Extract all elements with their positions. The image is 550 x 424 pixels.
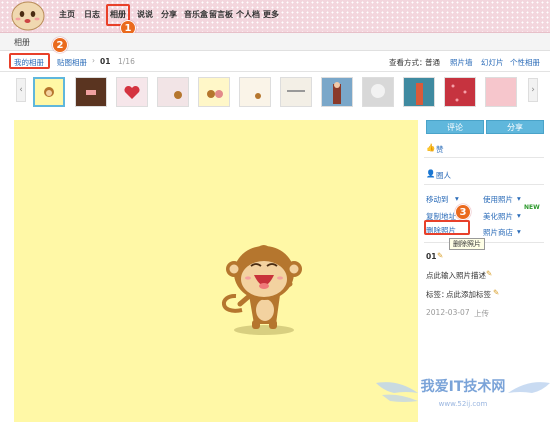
- photo-shop-link[interactable]: 照片商店: [483, 227, 513, 238]
- photo-name: 01: [426, 252, 437, 261]
- callout-3: 3: [455, 204, 471, 220]
- album-bar: 我的相册 贴图相册 › 01 1/16 查看方式： 普通 照片墙 幻灯片 个性相…: [0, 53, 550, 71]
- thumbnail[interactable]: [485, 77, 517, 107]
- thumbnail[interactable]: [75, 77, 107, 107]
- move-to-link[interactable]: 移动到: [426, 194, 449, 205]
- album-count: 1/16: [118, 57, 135, 66]
- tag-people-link[interactable]: 圈人: [436, 170, 451, 181]
- nav-profile[interactable]: 个人档: [236, 9, 260, 20]
- thumbnail[interactable]: [116, 77, 148, 107]
- monkey-image: [222, 245, 302, 335]
- add-description-link[interactable]: 点此输入照片描述: [426, 270, 486, 281]
- use-photo-link[interactable]: 使用照片: [483, 194, 513, 205]
- nav-blog[interactable]: 日志: [84, 9, 100, 20]
- main-photo[interactable]: [14, 120, 418, 422]
- view-slideshow[interactable]: 幻灯片: [481, 57, 504, 68]
- upload-date: 2012-03-07: [426, 308, 470, 317]
- album-index: 01: [100, 57, 111, 66]
- tab-stuck-album[interactable]: 贴图相册: [57, 57, 87, 68]
- thumbnail[interactable]: [198, 77, 230, 107]
- view-mode-label: 查看方式：: [389, 58, 427, 67]
- top-nav: 主页 日志 相册 说说 分享 音乐盒 留言板 个人档 更多: [0, 0, 550, 33]
- breadcrumb: 相册: [0, 33, 550, 51]
- chevron-down-icon[interactable]: ▾: [517, 211, 521, 220]
- delete-tooltip: 删除照片: [449, 238, 485, 250]
- view-normal[interactable]: 普通: [425, 57, 440, 68]
- nav-more[interactable]: 更多: [263, 9, 279, 20]
- pencil-icon[interactable]: ✎: [493, 288, 499, 297]
- breadcrumb-label: 相册: [14, 38, 30, 47]
- nav-guestbook[interactable]: 留言板: [209, 9, 233, 20]
- user-icon: 👤: [426, 169, 436, 178]
- chevron-down-icon[interactable]: ▾: [517, 227, 521, 236]
- strip-next-button[interactable]: ›: [528, 78, 538, 102]
- add-tags-link[interactable]: 点此添加标签: [446, 289, 491, 300]
- thumbnail[interactable]: [444, 77, 476, 107]
- nav-shuoshuo[interactable]: 说说: [137, 9, 153, 20]
- crumb-separator: ›: [92, 56, 95, 65]
- thumbnail[interactable]: [239, 77, 271, 107]
- thumbnail-active[interactable]: [33, 77, 65, 107]
- view-wall[interactable]: 照片墙: [450, 57, 473, 68]
- divider: [424, 184, 544, 185]
- thumbnail[interactable]: [280, 77, 312, 107]
- view-custom[interactable]: 个性相册: [510, 57, 540, 68]
- upload-label: 上传: [474, 309, 489, 318]
- my-album-highlight-box: [9, 53, 50, 69]
- comment-button[interactable]: 评论: [426, 120, 484, 134]
- thumbnail[interactable]: [362, 77, 394, 107]
- new-badge: NEW: [524, 204, 540, 211]
- thumbnail[interactable]: [403, 77, 435, 107]
- like-icon[interactable]: 👍: [426, 143, 435, 152]
- thumbnail[interactable]: [157, 77, 189, 107]
- divider: [424, 157, 544, 158]
- strip-prev-button[interactable]: ‹: [16, 78, 26, 102]
- beautify-link[interactable]: 美化照片: [483, 211, 513, 222]
- thumbnail-strip: ‹ ›: [0, 72, 550, 112]
- nav-music[interactable]: 音乐盒: [184, 9, 208, 20]
- pencil-icon[interactable]: ✎: [486, 269, 492, 278]
- chevron-down-icon[interactable]: ▾: [455, 194, 459, 203]
- delete-highlight-box: [424, 220, 470, 235]
- like-link[interactable]: 赞: [436, 144, 444, 155]
- callout-2: 2: [52, 37, 68, 53]
- pencil-icon[interactable]: ✎: [437, 251, 443, 260]
- nav-home[interactable]: 主页: [59, 9, 75, 20]
- thumbnail[interactable]: [321, 77, 353, 107]
- chevron-down-icon[interactable]: ▾: [517, 194, 521, 203]
- share-button[interactable]: 分享: [486, 120, 544, 134]
- nav-share[interactable]: 分享: [161, 9, 177, 20]
- avatar[interactable]: [8, 0, 48, 31]
- photo-info-panel: 评论 分享 👍 赞 👤 圈人 移动到 ▾ 使用照片 ▾ 复制地址 美化照片 ▾ …: [424, 118, 550, 422]
